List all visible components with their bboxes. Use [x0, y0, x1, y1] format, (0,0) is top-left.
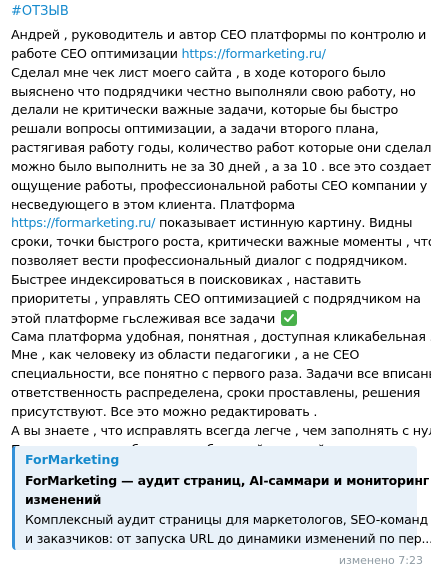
message-line: работе СЕО оптимизации https://formarket… — [11, 46, 427, 65]
message-text-segment: делали не критически важные задачи, кото… — [11, 103, 399, 119]
message-text-segment: несведующего в этом клиента. Платформа — [11, 197, 295, 213]
message-line: этой платформе гьслеживая все задачи — [11, 309, 427, 329]
message-line: растягивая работу годы, количество работ… — [11, 140, 431, 159]
message-line: Сама платформа удобная, понятная , досту… — [11, 329, 431, 348]
message-text-segment: сроки, точки быстрого роста, критически … — [11, 235, 431, 251]
message-line: позволяет вести профессиональный диалог … — [11, 253, 427, 272]
message-text-segment: выяснено что подрядчики честно выполняли… — [11, 84, 416, 100]
message-line: https://formarketing.ru/ показывает исти… — [11, 215, 427, 234]
preview-site-name: ForMarketing — [25, 452, 120, 467]
message-line: специальности, все понятно с первого раз… — [11, 366, 431, 385]
preview-title: ForMarketing — аудит страниц, AI-саммари… — [25, 471, 430, 509]
message-line: можно было выполнить не за 30 дней , а з… — [11, 159, 431, 178]
message-line: сроки, точки быстрого роста, критически … — [11, 234, 431, 253]
message-line: ответственность распределена, сроки прос… — [11, 385, 427, 404]
message-text-segment: Быстрее индексироваться в поисковиках , … — [11, 272, 361, 288]
url-link[interactable]: https://formarketing.ru/ — [11, 216, 155, 231]
message-text-segment: специальности, все понятно с первого раз… — [11, 367, 431, 383]
message-line: Андрей , руководитель и автор СЕО платфо… — [11, 27, 427, 46]
message-text-segment: ответственность распределена, сроки прос… — [11, 386, 421, 402]
message-text-segment: показывает истинную картину. Видны — [155, 216, 413, 232]
message-text-segment: можно было выполнить не за 30 дней , а з… — [11, 159, 431, 175]
message-line: присутствуют. Все это можно редактироват… — [11, 404, 427, 423]
preview-desc-line: Комплексный аудит страницы для маркетоло… — [25, 512, 428, 527]
hashtag-link[interactable]: #ОТЗЫВ — [11, 3, 69, 21]
preview-title-line: изменений — [25, 492, 102, 507]
message-text-segment: Сама платформа удобная, понятная , досту… — [11, 329, 431, 345]
message-text-segment: работе СЕО оптимизации — [11, 46, 182, 62]
message-line: ощущение работы, профессиональной работы… — [11, 178, 427, 197]
link-preview[interactable]: ForMarketing ForMarketing — аудит страни… — [12, 446, 431, 550]
message-bubble: #ОТЗЫВ Андрей , руководитель и автор СЕО… — [0, 0, 431, 572]
message-text-segment: А вы знаете , что исправлять всегда легч… — [11, 423, 431, 439]
message-line: несведующего в этом клиента. Платформа — [11, 197, 427, 216]
message-line: приоритеты , управлять СЕО оптимизацией … — [11, 291, 427, 310]
message-line: А вы знаете , что исправлять всегда легч… — [11, 423, 431, 442]
message-text-segment: ощущение работы, профессиональной работы… — [11, 178, 428, 194]
preview-desc-line: и заказчиков: от запуска URL до динамики… — [25, 531, 431, 546]
preview-title-line: ForMarketing — аудит страниц, AI-саммари… — [25, 473, 430, 488]
message-line: Сделал мне чек лист моего сайта , в ходе… — [11, 65, 427, 84]
message-line: Быстрее индексироваться в поисковиках , … — [11, 272, 427, 291]
message-text-segment: Сделал мне чек лист моего сайта , в ходе… — [11, 65, 386, 81]
message-text: Андрей , руководитель и автор СЕО платфо… — [11, 27, 431, 460]
url-link[interactable]: https://formarketing.ru/ — [182, 47, 326, 62]
message-text-segment: присутствуют. Все это можно редактироват… — [11, 404, 318, 420]
message-line: решали вопросы оптимизации, а задачи вто… — [11, 121, 427, 140]
check-mark-icon — [280, 309, 297, 326]
message-text-segment: растягивая работу годы, количество работ… — [11, 141, 431, 157]
preview-description: Комплексный аудит страницы для маркетоло… — [25, 510, 431, 548]
message-text-segment: этой платформе гьслеживая все задачи — [11, 311, 279, 327]
message-text-segment: позволяет вести профессиональный диалог … — [11, 254, 408, 270]
edited-timestamp: изменено 7:23 — [338, 554, 423, 567]
message-text-segment: приоритеты , управлять СЕО оптимизацией … — [11, 291, 421, 307]
message-text-segment: Мне , как человеку из области педагогики… — [11, 348, 360, 364]
message-line: Мне , как человеку из области педагогики… — [11, 347, 427, 366]
message-line: выяснено что подрядчики честно выполняли… — [11, 84, 427, 103]
message-line: делали не критически важные задачи, кото… — [11, 102, 427, 121]
message-text-segment: Андрей , руководитель и автор СЕО платфо… — [11, 28, 427, 43]
message-text-segment: решали вопросы оптимизации, а задачи вто… — [11, 122, 379, 138]
